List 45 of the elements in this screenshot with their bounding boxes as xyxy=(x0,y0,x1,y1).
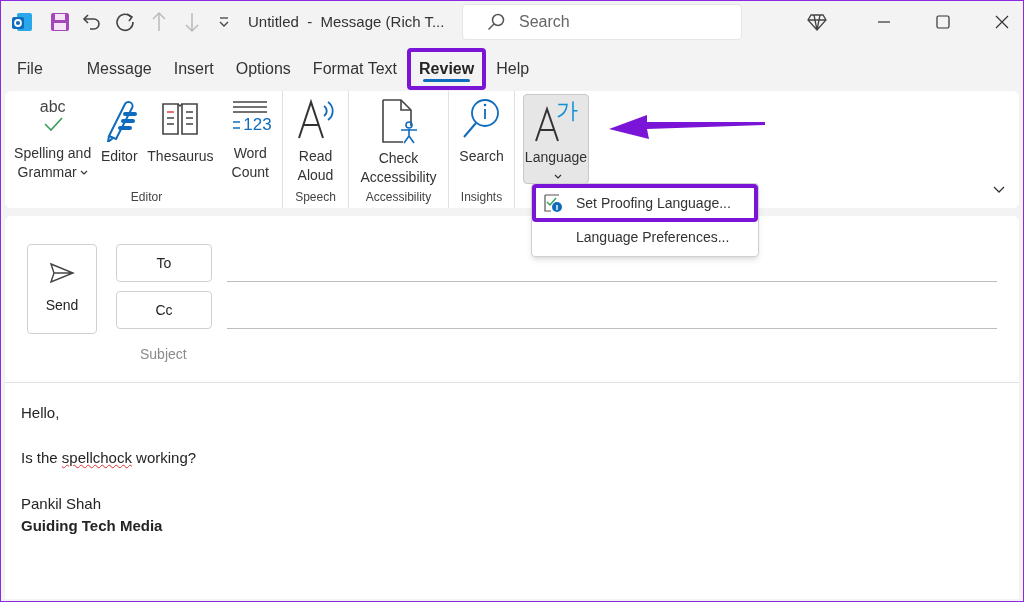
group-label: Editor xyxy=(130,189,163,206)
ribbon-button[interactable]: Read Aloud xyxy=(283,94,348,182)
collapse-ribbon-icon[interactable] xyxy=(993,186,1005,194)
to-button[interactable]: To xyxy=(116,244,212,282)
maximize-icon[interactable] xyxy=(936,15,950,29)
send-button[interactable]: Send xyxy=(27,244,97,334)
save-icon[interactable] xyxy=(50,12,70,32)
caret-icon xyxy=(79,170,88,177)
ribbon-tab[interactable]: Options xyxy=(225,50,301,88)
mail-app-logo-icon xyxy=(11,11,33,33)
search-icon xyxy=(487,13,505,31)
close-icon[interactable] xyxy=(995,15,1009,29)
proofing-icon xyxy=(543,193,563,213)
ribbon-tab[interactable]: Format Text xyxy=(302,50,408,88)
undo-icon[interactable] xyxy=(82,12,102,32)
body-text: Is the spellchock working? xyxy=(21,448,198,468)
subject-field[interactable]: Subject xyxy=(140,344,260,365)
search-field[interactable]: Search xyxy=(462,4,742,40)
send-icon xyxy=(49,262,75,283)
group-label: Speech xyxy=(295,189,336,206)
cc-button[interactable]: Cc xyxy=(116,291,212,329)
menu-item[interactable]: Language Preferences... xyxy=(532,220,758,254)
ribbon-tab[interactable]: Review xyxy=(409,50,485,88)
ribbon-button[interactable]: 123 Word Count xyxy=(218,94,282,182)
ribbon-button[interactable]: Editor xyxy=(96,94,143,182)
group-label: Accessibility xyxy=(365,189,432,206)
ribbon-tab[interactable]: Help xyxy=(486,50,540,88)
redo-icon[interactable] xyxy=(114,11,136,33)
body-text: Guiding Tech Media xyxy=(21,516,164,536)
group-label: Insights xyxy=(460,189,503,206)
body-text: Hello, xyxy=(21,403,61,423)
ribbon-button[interactable]: Search xyxy=(456,94,507,182)
window-title: Untitled - Message (Rich T... xyxy=(248,11,446,32)
ribbon-button[interactable]: 가 Language xyxy=(523,94,589,184)
customize-caret-icon[interactable] xyxy=(218,16,230,28)
ribbon-tab[interactable]: Insert xyxy=(163,50,224,88)
ribbon-button[interactable]: abc Spelling and Grammar xyxy=(11,94,95,182)
ribbon-button[interactable]: Thesaurus xyxy=(144,94,217,182)
ribbon-tab[interactable]: Message xyxy=(76,50,162,88)
caret-icon xyxy=(553,174,562,181)
document-person-icon xyxy=(380,98,417,144)
ribbon-tab[interactable]: File xyxy=(7,50,53,88)
menu-item[interactable]: Set Proofing Language... xyxy=(534,186,756,220)
body-text: Pankil Shah xyxy=(21,494,103,514)
diamond-icon[interactable] xyxy=(807,13,827,31)
